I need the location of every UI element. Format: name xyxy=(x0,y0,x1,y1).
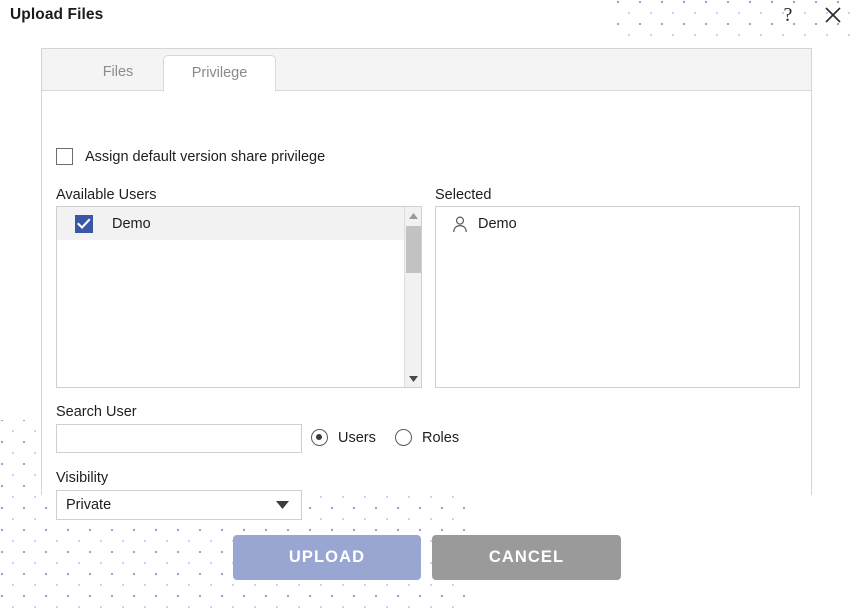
search-user-label: Search User xyxy=(56,404,137,420)
upload-dialog-panel: Files Privilege Assign default version s… xyxy=(41,48,812,520)
tab-panel-body: Assign default version share privilege A… xyxy=(42,91,811,520)
visibility-selected-value: Private xyxy=(66,497,112,513)
list-item-label: Demo xyxy=(478,216,517,232)
person-icon xyxy=(452,215,468,233)
available-users-listbox[interactable]: Demo xyxy=(56,206,422,388)
checkbox-icon[interactable] xyxy=(56,148,73,165)
scroll-up-arrow-icon[interactable] xyxy=(405,207,421,224)
listbox-scrollbar[interactable] xyxy=(404,207,421,387)
list-item-label: Demo xyxy=(112,215,151,232)
radio-roles-label: Roles xyxy=(422,429,460,446)
page-title: Upload Files xyxy=(10,6,104,23)
dialog-titlebar: Upload Files ? xyxy=(0,0,854,36)
tab-privilege[interactable]: Privilege xyxy=(163,55,276,92)
scrollbar-thumb[interactable] xyxy=(406,226,421,273)
close-icon[interactable] xyxy=(820,2,846,28)
upload-button[interactable]: UPLOAD xyxy=(233,535,421,580)
radio-button-icon[interactable] xyxy=(311,429,328,446)
assign-default-privilege-label: Assign default version share privilege xyxy=(85,148,326,165)
list-item[interactable]: Demo xyxy=(436,207,799,241)
selected-users-listbox[interactable]: Demo xyxy=(435,206,800,388)
chevron-down-icon[interactable] xyxy=(276,496,289,514)
radio-users[interactable]: Users xyxy=(311,429,376,446)
visibility-dropdown[interactable]: Private xyxy=(56,490,302,520)
assign-default-privilege-checkbox-row[interactable]: Assign default version share privilege xyxy=(56,148,325,165)
radio-roles[interactable]: Roles xyxy=(395,429,459,446)
selected-label: Selected xyxy=(435,187,492,203)
help-icon[interactable]: ? xyxy=(776,2,800,28)
scroll-down-arrow-icon[interactable] xyxy=(405,370,421,387)
list-item[interactable]: Demo xyxy=(57,207,421,240)
search-user-input[interactable] xyxy=(56,424,302,453)
radio-button-icon[interactable] xyxy=(395,429,412,446)
visibility-label: Visibility xyxy=(56,470,109,486)
cancel-button[interactable]: CANCEL xyxy=(432,535,621,580)
tab-strip: Files Privilege xyxy=(42,49,811,92)
available-users-label: Available Users xyxy=(56,187,157,203)
background-mask-mid-left xyxy=(0,36,36,420)
checkbox-checked-icon[interactable] xyxy=(75,214,93,233)
tab-files[interactable]: Files xyxy=(80,55,156,92)
radio-users-label: Users xyxy=(338,429,376,446)
